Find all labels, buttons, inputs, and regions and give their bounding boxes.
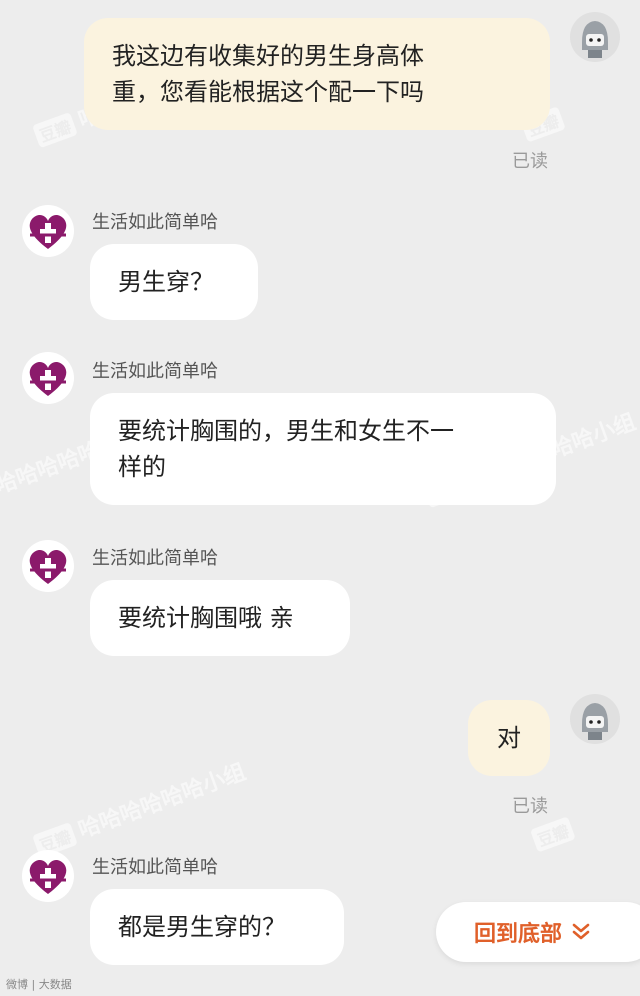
- message-text: 我这边有收集好的男生身高体: [112, 42, 424, 70]
- knight-icon: [570, 12, 620, 62]
- message-bubble-shop[interactable]: 男生穿？: [90, 244, 258, 320]
- message-text: 男生穿？: [118, 268, 214, 296]
- shop-avatar[interactable]: [22, 540, 74, 592]
- shop-avatar[interactable]: [22, 205, 74, 257]
- message-bubble-shop[interactable]: 要统计胸围的，男生和女生不一 样的: [90, 393, 556, 505]
- read-status: 已读: [512, 796, 548, 817]
- watermark: 豆瓣: [530, 814, 582, 853]
- shop-logo-icon: [29, 549, 67, 584]
- sender-name: 生活如此简单哈: [92, 361, 218, 382]
- user-avatar[interactable]: [570, 12, 620, 62]
- message-text: 要统计胸围的，男生和女生不一: [118, 417, 454, 445]
- message-bubble-self[interactable]: 对: [468, 700, 550, 776]
- corner-watermark: 微博 | 大数据: [6, 978, 72, 991]
- message-bubble-shop[interactable]: 要统计胸围哦 亲: [90, 580, 350, 656]
- message-bubble-self[interactable]: 我这边有收集好的男生身高体 重，您看能根据这个配一下吗: [84, 18, 550, 130]
- shop-logo-icon: [29, 859, 67, 894]
- shop-avatar[interactable]: [22, 850, 74, 902]
- back-to-bottom-button[interactable]: 回到底部: [436, 902, 640, 962]
- shop-logo-icon: [29, 361, 67, 396]
- message-bubble-shop[interactable]: 都是男生穿的？: [90, 889, 344, 965]
- message-text: 重，您看能根据这个配一下吗: [112, 78, 424, 106]
- read-status: 已读: [512, 151, 548, 172]
- shop-avatar[interactable]: [22, 352, 74, 404]
- message-text: 都是男生穿的？: [118, 913, 286, 941]
- message-text: 要统计胸围哦 亲: [118, 604, 294, 632]
- sender-name: 生活如此简单哈: [92, 548, 218, 569]
- message-text: 对: [497, 724, 521, 752]
- message-text: 样的: [118, 453, 166, 481]
- shop-logo-icon: [29, 214, 67, 249]
- knight-icon: [570, 694, 620, 744]
- sender-name: 生活如此简单哈: [92, 857, 218, 878]
- user-avatar[interactable]: [570, 694, 620, 744]
- sender-name: 生活如此简单哈: [92, 212, 218, 233]
- back-to-bottom-label: 回到底部: [474, 922, 563, 947]
- double-chevron-down-icon: [572, 923, 590, 940]
- watermark: 豆瓣哈哈哈哈哈哈小组: [30, 754, 250, 860]
